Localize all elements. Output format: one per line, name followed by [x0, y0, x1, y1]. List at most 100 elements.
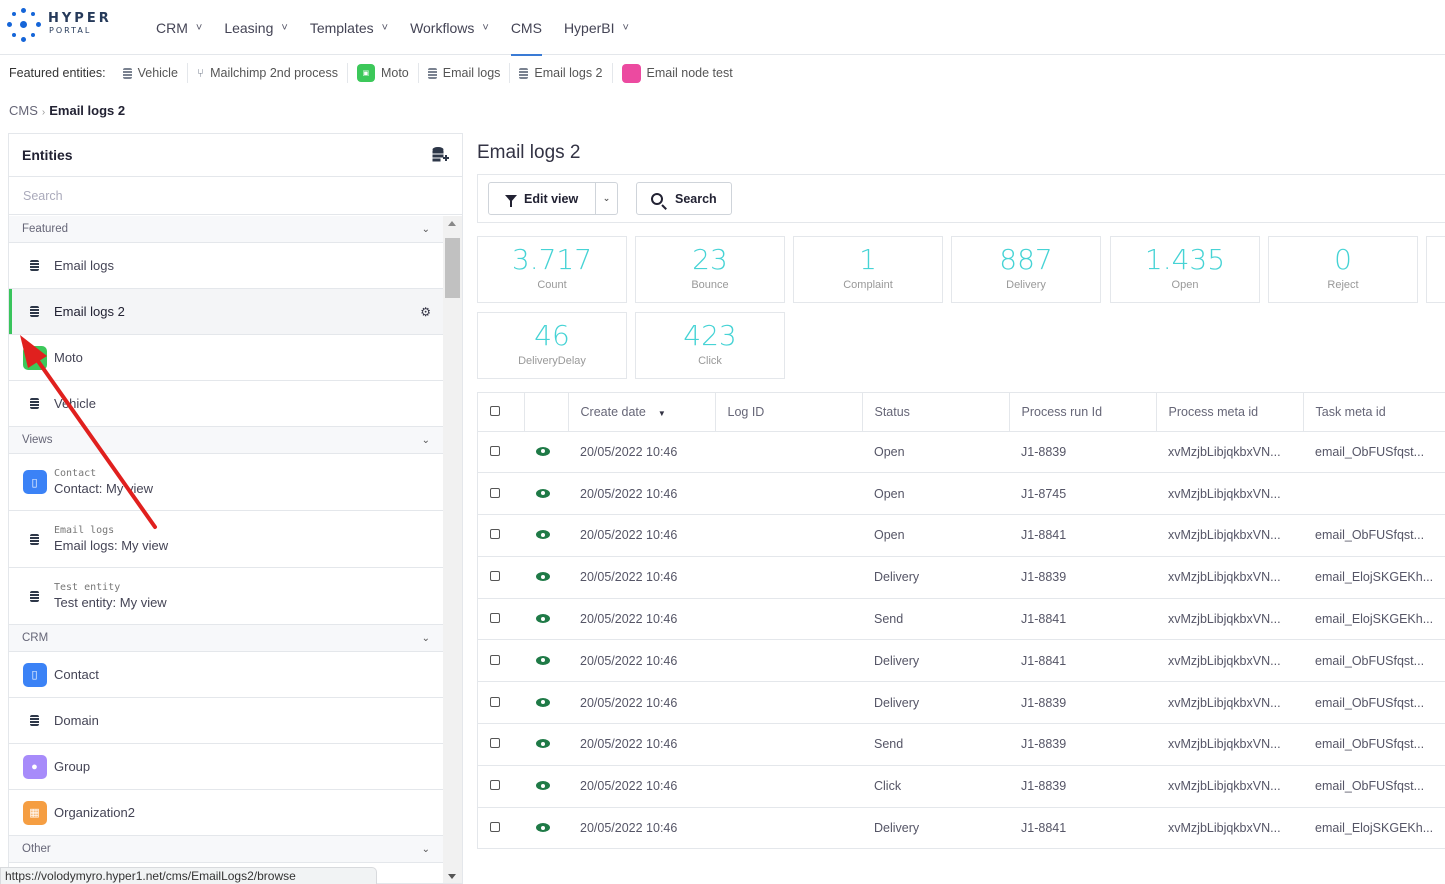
column-task-meta-id[interactable]: Task meta id: [1303, 393, 1445, 432]
featured-item[interactable]: ⑂ Mailchimp 2nd process: [188, 63, 348, 83]
table-cell: email_ObFUSfqst...: [1303, 431, 1445, 474]
edit-view-button[interactable]: Edit view ⌄: [488, 182, 618, 215]
entity-item-vehicle[interactable]: Vehicle: [9, 381, 443, 427]
eye-icon[interactable]: [536, 739, 550, 749]
table-row[interactable]: 20/05/2022 10:46 Open J1-8841 xvMzjbLibjqkb…: [478, 514, 1445, 557]
select-all-checkbox[interactable]: [490, 405, 500, 416]
stat-value: 887: [999, 243, 1053, 276]
table-row[interactable]: 20/05/2022 10:46 Open J1-8839 xvMzjbLibjqkb…: [478, 431, 1445, 474]
entity-item-email-logs-2[interactable]: Email logs 2 ⚙: [9, 289, 443, 335]
table-row[interactable]: 20/05/2022 10:46 Click J1-8839 xvMzjbLibjqk…: [478, 765, 1445, 808]
table-row[interactable]: 20/05/2022 10:46 Send J1-8841 xvMzjbLibjqkb…: [478, 598, 1445, 641]
table-row[interactable]: 20/05/2022 10:46 Open J1-8745 xvMzjbLibjqkb…: [478, 472, 1445, 516]
entities-scrollbar[interactable]: [443, 216, 462, 883]
stat-card-count[interactable]: 3.717 Count: [477, 236, 627, 303]
breadcrumb-root[interactable]: CMS: [9, 103, 38, 118]
table-cell: email_ObFUSfqst...: [1303, 514, 1445, 557]
entity-item-domain[interactable]: Domain: [9, 698, 443, 744]
eye-icon[interactable]: [536, 446, 550, 456]
scroll-up-icon[interactable]: [448, 221, 456, 226]
row-checkbox[interactable]: [490, 445, 500, 456]
entity-item-contact[interactable]: ▯ Contact: [9, 652, 443, 698]
table-cell: email_ObFUSfqst...: [1303, 681, 1445, 725]
stat-card-delivery[interactable]: 887 Delivery: [951, 236, 1101, 303]
eye-icon[interactable]: [536, 488, 550, 498]
gear-icon[interactable]: ⚙: [420, 305, 431, 319]
row-checkbox-cell: [478, 723, 524, 766]
workflow-icon: ⑂: [196, 66, 205, 80]
eye-icon[interactable]: [536, 572, 550, 582]
table-cell: J1-8745: [1009, 472, 1156, 516]
nav-item-leasing[interactable]: Leasing ˅: [224, 0, 287, 55]
table-cell: [715, 598, 862, 641]
section-other[interactable]: Other ⌄: [9, 836, 443, 863]
row-checkbox[interactable]: [490, 822, 500, 833]
eye-icon[interactable]: [536, 697, 550, 707]
table-row[interactable]: 20/05/2022 10:46 Delivery J1-8839 xvMzjbLib…: [478, 556, 1445, 599]
entity-item-moto[interactable]: Moto: [9, 335, 443, 381]
section-crm[interactable]: CRM ⌄: [9, 625, 443, 652]
nav-item-cms[interactable]: CMS: [510, 0, 543, 56]
search-button[interactable]: Search: [636, 182, 732, 215]
entity-item-organization2[interactable]: ▦ Organization2: [9, 790, 443, 836]
featured-item[interactable]: Email logs 2: [510, 63, 613, 83]
stat-card-click[interactable]: 423 Click: [635, 312, 785, 379]
featured-item[interactable]: Email node test: [613, 63, 742, 83]
eye-icon[interactable]: [536, 655, 550, 665]
table-row[interactable]: 20/05/2022 10:46 Delivery J1-8841 xvMzjbLib…: [478, 807, 1445, 849]
nav-item-templates[interactable]: Templates ˅: [310, 0, 388, 55]
table-row[interactable]: 20/05/2022 10:46 Delivery J1-8839 xvMzjbLib…: [478, 681, 1445, 725]
entities-title: Entities: [22, 147, 73, 163]
column-process-meta-id[interactable]: Process meta id: [1156, 393, 1304, 432]
row-checkbox[interactable]: [490, 529, 500, 540]
featured-item[interactable]: Vehicle: [114, 63, 188, 83]
featured-item-label: Email node test: [646, 66, 733, 80]
entity-item-email-logs[interactable]: Email logs: [9, 243, 443, 289]
view-item-contact[interactable]: ▯ Contact Contact: My view: [9, 454, 443, 511]
hyper-portal-logo[interactable]: HYPER PORTAL: [6, 8, 126, 44]
row-checkbox[interactable]: [490, 571, 500, 582]
view-item-test-entity[interactable]: Test entity Test entity: My view: [9, 568, 443, 625]
table-cell: J1-8839: [1009, 681, 1156, 725]
row-checkbox[interactable]: [490, 738, 500, 749]
nav-item-hyperbi[interactable]: HyperBI ˅: [564, 0, 629, 55]
section-views[interactable]: Views ⌄: [9, 427, 443, 454]
nav-item-workflows[interactable]: Workflows ˅: [410, 0, 489, 55]
eye-icon[interactable]: [536, 781, 550, 791]
chevron-down-icon: ⌄: [421, 843, 430, 855]
column-status[interactable]: Status: [862, 393, 1010, 432]
nav-item-label: CRM: [156, 19, 188, 36]
scroll-down-icon[interactable]: [448, 874, 456, 879]
row-checkbox[interactable]: [490, 696, 500, 707]
table-row[interactable]: 20/05/2022 10:46 Send J1-8839 xvMzjbLibjqkb…: [478, 723, 1445, 766]
eye-icon[interactable]: [536, 614, 550, 624]
stat-card-open[interactable]: 1.435 Open: [1110, 236, 1260, 303]
nav-item-crm[interactable]: CRM ˅: [156, 0, 202, 55]
column-create-date[interactable]: Create date ▼: [568, 393, 716, 432]
view-item-email-logs[interactable]: Email logs Email logs: My view: [9, 511, 443, 568]
featured-item[interactable]: Email logs: [419, 63, 511, 83]
row-checkbox[interactable]: [490, 613, 500, 624]
scrollbar-thumb[interactable]: [445, 238, 460, 298]
row-checkbox-cell: [478, 681, 524, 725]
table-cell: [715, 556, 862, 599]
stat-card-deliverydelay[interactable]: 46 DeliveryDelay: [477, 312, 627, 379]
column-log-id[interactable]: Log ID: [715, 393, 863, 432]
view-label: Contact: My view: [54, 481, 153, 496]
eye-icon[interactable]: [536, 530, 550, 540]
eye-icon[interactable]: [536, 823, 550, 833]
add-entity-icon[interactable]: [431, 146, 449, 164]
row-checkbox[interactable]: [490, 780, 500, 791]
stat-card-complaint[interactable]: 1 Complaint: [793, 236, 943, 303]
section-featured[interactable]: Featured ⌄: [9, 216, 443, 243]
entity-item-group[interactable]: ● Group: [9, 744, 443, 790]
table-row[interactable]: 20/05/2022 10:46 Delivery J1-8841 xvMzjbLib…: [478, 639, 1445, 683]
entities-search-input[interactable]: [23, 188, 423, 203]
row-checkbox[interactable]: [490, 654, 500, 665]
chevron-down-icon[interactable]: ⌄: [596, 193, 617, 204]
featured-item[interactable]: ▣ Moto: [348, 63, 419, 83]
stat-card-reject[interactable]: 0 Reject: [1268, 236, 1418, 303]
stat-card-bounce[interactable]: 23 Bounce: [635, 236, 785, 303]
column-process-run-id[interactable]: Process run Id: [1009, 393, 1157, 432]
row-checkbox[interactable]: [490, 487, 500, 498]
